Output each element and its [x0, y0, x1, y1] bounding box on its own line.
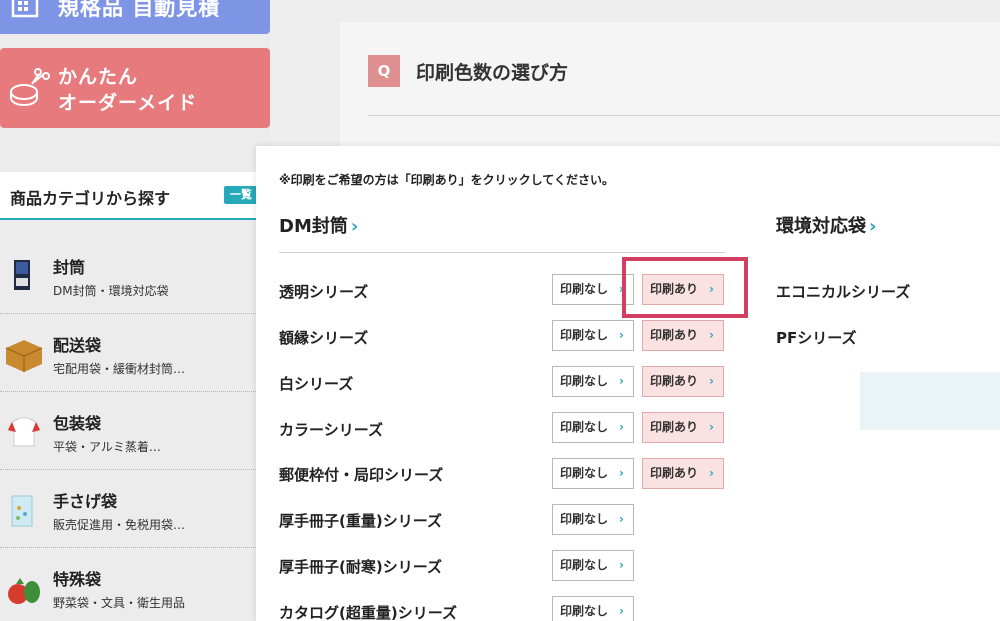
print-button-color[interactable]: 印刷あり ›: [642, 412, 724, 443]
series-label-catalog: カタログ(超重量)シリーズ: [279, 604, 457, 621]
button-label: 印刷あり: [650, 420, 699, 434]
chevron-right-icon: ›: [619, 558, 624, 572]
series-label-clear: 透明シリーズ: [279, 283, 369, 301]
eco-series-link-econical[interactable]: エコニカルシリーズ: [776, 281, 910, 302]
series-label-white: 白シリーズ: [279, 375, 354, 393]
no-print-button-color[interactable]: 印刷なし ›: [552, 412, 634, 443]
button-label: 印刷なし: [560, 374, 609, 388]
chevron-right-icon: ›: [619, 374, 624, 388]
dm-envelope-title: DM封筒: [279, 216, 348, 237]
chevron-right-icon: ›: [709, 328, 714, 342]
category-item-handbag[interactable]: 手さげ袋 販売促進用・免税用袋…: [0, 470, 270, 548]
button-label: 印刷なし: [560, 328, 609, 342]
category-sub: 野菜袋・文具・衛生用品: [53, 596, 186, 610]
eco-bag-link[interactable]: 環境対応袋 ›: [776, 212, 876, 238]
button-label: 印刷なし: [560, 512, 609, 526]
category-name: 特殊袋: [53, 570, 102, 589]
no-print-button-clear[interactable]: 印刷なし ›: [552, 274, 634, 305]
category-item-special[interactable]: 特殊袋 野菜袋・文具・衛生用品: [0, 548, 270, 621]
question-divider: [368, 115, 1000, 116]
series-label-thick-heavy: 厚手冊子(重量)シリーズ: [279, 512, 442, 530]
bag-thumbnail-icon: [11, 495, 33, 527]
calculator-icon: [11, 0, 39, 18]
button-label: 印刷あり: [650, 282, 699, 296]
category-name: 手さげ袋: [53, 492, 118, 511]
button-label: 印刷なし: [560, 466, 609, 480]
series-label-postal: 郵便枠付・局印シリーズ: [279, 466, 444, 484]
series-label-thick-cold: 厚手冊子(耐寒)シリーズ: [279, 558, 442, 576]
button-label: 印刷なし: [560, 420, 609, 434]
category-item-shipping-bag[interactable]: 配送袋 宅配用袋・緩衝材封筒…: [0, 314, 270, 392]
custom-order-banner[interactable]: かんたん オーダーメイド: [0, 48, 270, 128]
category-sub: 宅配用袋・緩衝材封筒…: [53, 362, 186, 376]
no-print-button-thick-cold[interactable]: 印刷なし ›: [552, 550, 634, 581]
vegetable-thumbnail-icon: [8, 578, 40, 604]
category-sub: DM封筒・環境対応袋: [53, 284, 169, 298]
chevron-right-icon: ›: [619, 420, 624, 434]
background-panel-ghost: [860, 372, 1000, 430]
tape-measure-scissors-icon: [10, 68, 50, 106]
category-item-packaging[interactable]: 包装袋 平袋・アルミ蒸着…: [0, 392, 270, 470]
category-list-badge[interactable]: 一覧: [224, 186, 258, 204]
print-button-white[interactable]: 印刷あり ›: [642, 366, 724, 397]
group-divider: [279, 252, 725, 253]
category-sub: 平袋・アルミ蒸着…: [53, 440, 161, 454]
print-button-postal[interactable]: 印刷あり ›: [642, 458, 724, 489]
custom-order-line2: オーダーメイド: [58, 92, 198, 114]
print-button-clear[interactable]: 印刷あり ›: [642, 274, 724, 305]
category-name: 配送袋: [53, 336, 102, 355]
print-notice: ※印刷をご希望の方は「印刷あり」をクリックしてください。: [279, 173, 614, 187]
chevron-right-icon: ›: [709, 374, 714, 388]
button-label: 印刷あり: [650, 374, 699, 388]
shirt-thumbnail-icon: [7, 417, 41, 447]
category-sub: 販売促進用・免税用袋…: [53, 518, 186, 532]
box-thumbnail-icon: [5, 340, 43, 372]
no-print-button-frame[interactable]: 印刷なし ›: [552, 320, 634, 351]
chevron-right-icon: ›: [709, 282, 714, 296]
sidebar: 規格品 自動見積 かんたん オーダーメイド 商品カテゴリから探す 一覧 封筒 D…: [0, 0, 270, 621]
eco-series-link-pf[interactable]: PFシリーズ: [776, 327, 857, 348]
no-print-button-thick-heavy[interactable]: 印刷なし ›: [552, 504, 634, 535]
category-name: 封筒: [53, 258, 86, 277]
no-print-button-catalog[interactable]: 印刷なし ›: [552, 596, 634, 621]
print-button-frame[interactable]: 印刷あり ›: [642, 320, 724, 351]
chevron-right-icon: ›: [619, 328, 624, 342]
button-label: 印刷なし: [560, 558, 609, 572]
category-name: 包装袋: [53, 414, 102, 433]
chevron-right-icon: ›: [709, 466, 714, 480]
estimate-banner[interactable]: 規格品 自動見積: [0, 0, 270, 34]
button-label: 印刷あり: [650, 328, 699, 342]
question-title: 印刷色数の選び方: [416, 62, 569, 84]
chevron-right-icon: ›: [709, 420, 714, 434]
custom-order-line1: かんたん: [58, 66, 139, 88]
category-header: 商品カテゴリから探す 一覧: [0, 172, 270, 220]
button-label: 印刷なし: [560, 604, 609, 618]
series-label-color: カラーシリーズ: [279, 421, 383, 439]
chevron-right-icon: ›: [619, 512, 624, 526]
category-item-envelope[interactable]: 封筒 DM封筒・環境対応袋: [0, 236, 270, 314]
chevron-right-icon: ›: [619, 604, 624, 618]
chevron-right-icon: ›: [869, 216, 877, 237]
category-header-title: 商品カテゴリから探す: [10, 189, 171, 208]
no-print-button-postal[interactable]: 印刷なし ›: [552, 458, 634, 489]
button-label: 印刷あり: [650, 466, 699, 480]
envelope-thumbnail-icon: [14, 260, 30, 290]
series-label-frame: 額縁シリーズ: [279, 329, 369, 347]
estimate-banner-label: 規格品 自動見積: [58, 0, 221, 20]
no-print-button-white[interactable]: 印刷なし ›: [552, 366, 634, 397]
chevron-right-icon: ›: [619, 466, 624, 480]
question-badge: Q: [368, 55, 400, 87]
chevron-right-icon: ›: [619, 282, 624, 296]
button-label: 印刷なし: [560, 282, 609, 296]
eco-bag-title: 環境対応袋: [776, 216, 866, 237]
dm-envelope-link[interactable]: DM封筒 ›: [279, 212, 358, 238]
chevron-right-icon: ›: [350, 216, 359, 237]
